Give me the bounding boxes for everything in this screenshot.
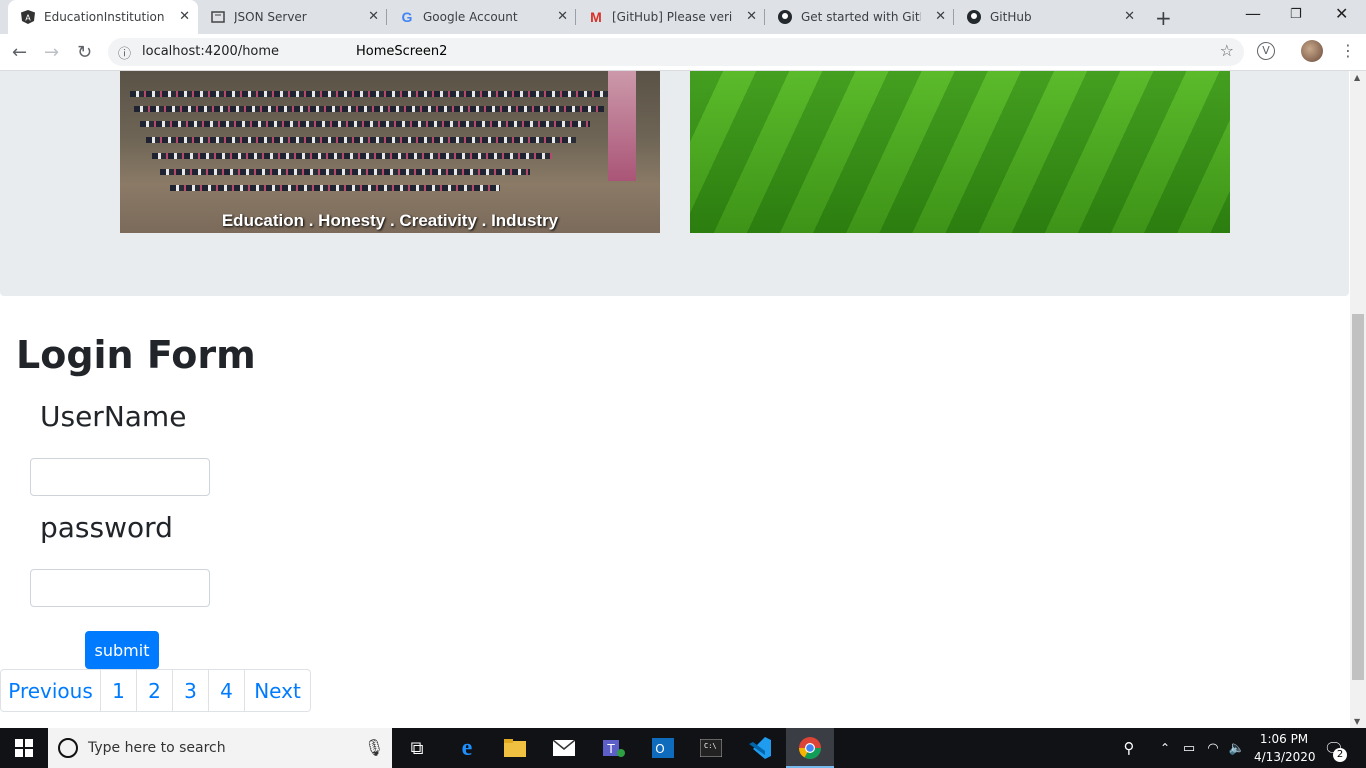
pagination-next[interactable]: Next (244, 669, 311, 712)
svg-text:O: O (655, 742, 664, 756)
menu-kebab-icon[interactable]: ⋮ (1340, 41, 1356, 60)
bookmark-star-icon[interactable]: ☆ (1220, 41, 1234, 60)
gmail-icon: M (590, 9, 602, 25)
vscode-icon[interactable] (748, 736, 772, 760)
tab-title: EducationInstitution (44, 10, 164, 24)
school-assembly-image: Education . Honesty . Creativity . Indus… (120, 71, 660, 233)
close-tab-icon[interactable]: ✕ (1124, 9, 1135, 24)
close-tab-icon[interactable]: ✕ (557, 9, 568, 24)
tab-title: Get started with GitHub (801, 10, 921, 24)
edge-icon[interactable]: e (455, 735, 479, 761)
vertical-scrollbar[interactable]: ▲ ▼ (1350, 71, 1366, 728)
pagination-page-3[interactable]: 3 (172, 669, 209, 712)
tab-google-account[interactable]: G Google Account ✕ (387, 0, 576, 34)
close-tab-icon[interactable]: ✕ (368, 9, 379, 24)
tab-title: JSON Server (234, 10, 307, 24)
address-bar[interactable]: ⓘ localhost:4200/home HomeScreen2 ☆ (108, 38, 1244, 66)
mail-icon[interactable] (552, 736, 576, 760)
teams-icon[interactable]: T (602, 736, 626, 760)
browser-toolbar: ← → ↻ ⓘ localhost:4200/home HomeScreen2 … (0, 34, 1366, 71)
url-text: localhost:4200/home (142, 44, 280, 59)
pagination-page-2[interactable]: 2 (136, 669, 173, 712)
close-tab-icon[interactable]: ✕ (935, 9, 946, 24)
tab-github-verify[interactable]: M [GitHub] Please verify y ✕ (576, 0, 765, 34)
windows-start-icon[interactable] (12, 736, 36, 760)
close-tab-icon[interactable]: ✕ (746, 9, 757, 24)
login-form-title: Login Form (16, 333, 256, 377)
github-icon (966, 9, 982, 25)
angular-icon: A (20, 9, 36, 25)
password-input[interactable] (30, 569, 210, 607)
minimize-icon[interactable]: — (1245, 4, 1261, 23)
pagination: Previous 1 2 3 4 Next (0, 669, 311, 712)
tab-json-server[interactable]: JSON Server ✕ (198, 0, 387, 34)
page-viewport: Education . Honesty . Creativity . Indus… (0, 71, 1350, 728)
pagination-page-4[interactable]: 4 (208, 669, 245, 712)
search-placeholder: Type here to search (88, 740, 226, 756)
json-server-icon (210, 9, 226, 25)
pagination-previous[interactable]: Previous (0, 669, 101, 712)
password-label: password (40, 511, 173, 544)
profile-avatar[interactable] (1301, 40, 1323, 62)
tab-title: Google Account (423, 10, 518, 24)
restore-icon[interactable]: ❐ (1290, 7, 1302, 22)
clock-date: 4/13/2020 (1254, 750, 1316, 764)
terminal-icon[interactable]: C:\ (699, 736, 723, 760)
tab-title: [GitHub] Please verify y (612, 10, 732, 24)
clock-time: 1:06 PM (1259, 732, 1309, 746)
username-label: UserName (40, 400, 187, 433)
submit-button[interactable]: submit (85, 631, 159, 669)
browser-tab-strip: A EducationInstitution ✕ JSON Server ✕ G… (0, 0, 1366, 34)
svg-text:A: A (25, 14, 31, 23)
tab-education-institution[interactable]: A EducationInstitution ✕ (8, 0, 198, 34)
info-icon[interactable]: ⓘ (118, 43, 131, 62)
reload-icon[interactable]: ↻ (77, 42, 92, 63)
people-icon[interactable]: ⚲ (1117, 736, 1141, 760)
task-view-icon[interactable]: ⧉ (405, 736, 429, 760)
close-window-icon[interactable]: ✕ (1335, 4, 1348, 23)
taskbar-search-box[interactable]: Type here to search 🎙 (48, 728, 392, 768)
new-tab-icon[interactable]: + (1155, 6, 1172, 30)
chrome-taskbar-active[interactable] (786, 728, 834, 768)
tab-github[interactable]: GitHub ✕ (954, 0, 1143, 34)
show-hidden-icons-chevron-icon[interactable]: ⌃ (1153, 736, 1177, 760)
tab-title: GitHub (990, 10, 1032, 24)
forward-icon[interactable]: → (44, 42, 59, 63)
notification-badge: 2 (1333, 748, 1347, 762)
scroll-up-icon[interactable]: ▲ (1354, 73, 1360, 82)
google-icon: G (401, 9, 413, 25)
github-icon (777, 9, 793, 25)
cortana-icon (58, 738, 78, 758)
outlook-icon[interactable]: O (651, 736, 675, 760)
grass-field-image (690, 71, 1230, 233)
svg-text:C:\: C:\ (704, 742, 717, 750)
microphone-icon[interactable]: 🎙 (364, 738, 384, 757)
file-explorer-icon[interactable] (503, 736, 527, 760)
back-icon[interactable]: ← (12, 42, 27, 63)
scroll-down-icon[interactable]: ▼ (1354, 717, 1360, 726)
battery-icon[interactable]: ▭ (1177, 736, 1201, 760)
scrollbar-thumb[interactable] (1352, 314, 1364, 680)
wifi-icon[interactable]: ◠ (1201, 736, 1225, 760)
jumbotron-banner: Education . Honesty . Creativity . Indus… (0, 71, 1349, 296)
system-clock[interactable]: 1:06 PM 4/13/2020 (1254, 730, 1316, 766)
volume-icon[interactable]: 🔈 (1225, 736, 1249, 760)
svg-text:T: T (606, 742, 615, 756)
close-tab-icon[interactable]: ✕ (179, 9, 190, 24)
pagination-page-1[interactable]: 1 (100, 669, 137, 712)
chrome-icon (798, 736, 822, 760)
page-title-overlay: HomeScreen2 (356, 44, 448, 59)
institution-motto: Education . Honesty . Creativity . Indus… (221, 211, 559, 230)
username-input[interactable] (30, 458, 210, 496)
tab-get-started-github[interactable]: Get started with GitHub ✕ (765, 0, 954, 34)
extension-icon[interactable]: V (1257, 42, 1275, 60)
windows-taskbar: Type here to search 🎙 ⧉ e T O C:\ ⚲ ⌃ ▭ … (0, 728, 1366, 768)
